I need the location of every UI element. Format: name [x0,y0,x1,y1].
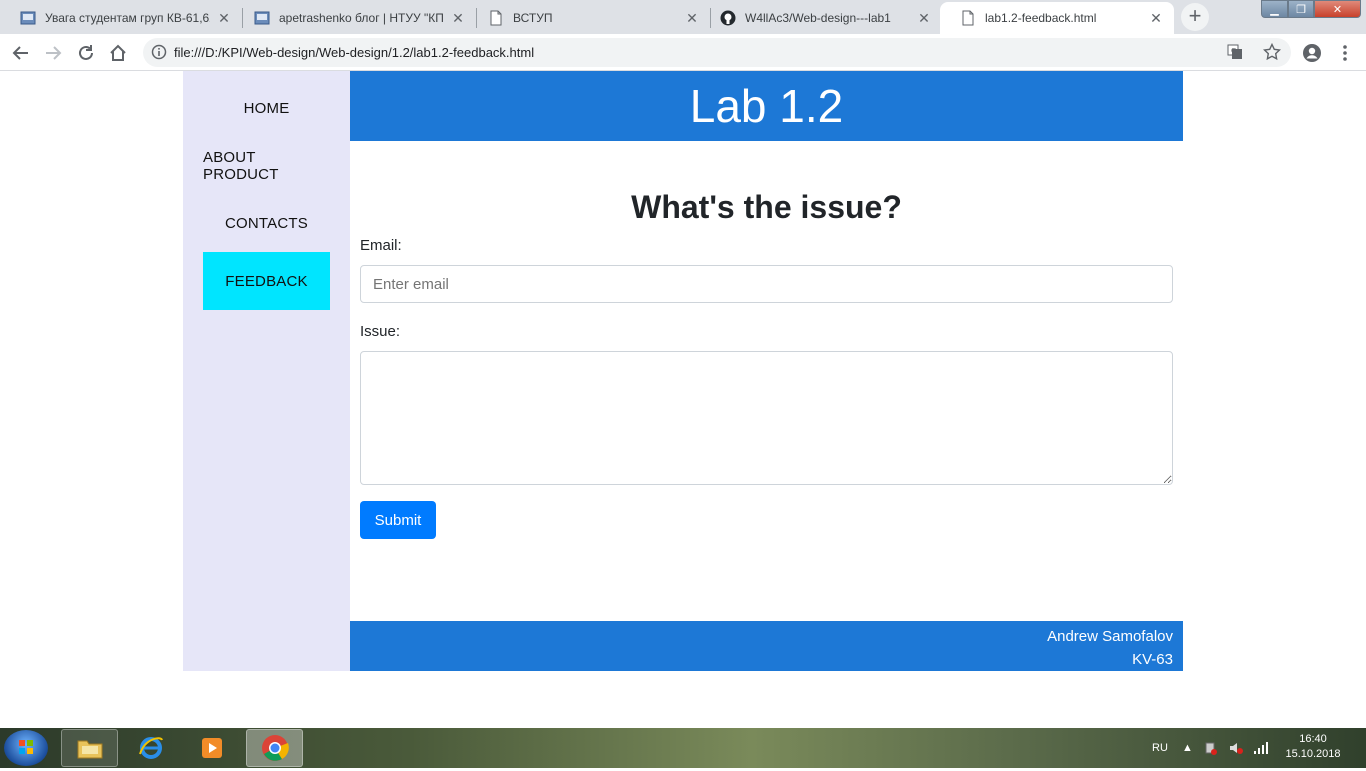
close-window-button[interactable]: ✕ [1314,0,1361,18]
chrome-icon [261,735,289,761]
page-icon [20,10,36,26]
web-page: HOME ABOUT PRODUCT CONTACTS FEEDBACK Lab… [0,71,1366,728]
media-player-icon [201,738,222,758]
sidebar-nav: HOME ABOUT PRODUCT CONTACTS FEEDBACK [183,71,350,671]
browser-tab[interactable]: W4llAc3/Web-design---lab1 ✕ [700,2,942,34]
menu-dots-icon[interactable] [1333,41,1357,65]
url-text[interactable]: file:///D:/KPI/Web-design/Web-design/1.2… [174,45,534,60]
clock-time: 16:40 [1299,733,1327,745]
tab-title: lab1.2-feedback.html [985,11,1097,25]
email-label: Email: [360,237,402,254]
close-icon[interactable]: ✕ [216,10,232,27]
close-icon[interactable]: ✕ [684,10,700,27]
windows-logo-icon [19,740,33,754]
new-tab-button[interactable]: + [1181,3,1209,31]
folder-icon [77,740,102,759]
svg-text:G: G [1231,47,1236,55]
tab-title: ВСТУП [513,11,553,25]
close-icon[interactable]: ✕ [1148,10,1164,27]
minimize-button[interactable]: ▁ [1261,0,1288,18]
profile-icon[interactable] [1300,41,1324,65]
language-indicator[interactable]: RU [1152,728,1168,768]
github-icon [720,10,736,26]
bookmark-star-icon[interactable] [1262,42,1282,66]
translate-icon[interactable]: G [1227,44,1243,65]
nav-item-contacts[interactable]: CONTACTS [203,194,330,252]
page-footer: Andrew Samofalov KV-63 [350,621,1183,671]
nav-item-home[interactable]: HOME [203,79,330,137]
chrome-taskbar-button[interactable] [246,729,303,767]
footer-author: Andrew Samofalov [1047,628,1173,645]
address-bar[interactable]: file:///D:/KPI/Web-design/Web-design/1.2… [143,38,1291,67]
issue-label: Issue: [360,323,401,340]
document-icon [488,10,504,26]
browser-tab[interactable]: ВСТУП ✕ [468,2,710,34]
usb-device-icon[interactable] [1203,728,1217,768]
browser-tab[interactable]: Увага студентам груп КВ-61,62 ✕ [0,2,242,34]
footer-group: KV-63 [1132,651,1173,668]
browser-tab-active[interactable]: lab1.2-feedback.html ✕ [940,2,1174,34]
start-button[interactable] [4,730,48,766]
info-icon[interactable] [151,44,167,65]
tab-title: apetrashenko блог | НТУУ "КПІ" [279,11,444,25]
document-icon [960,10,976,26]
page-header: Lab 1.2 [350,71,1183,141]
email-field[interactable] [360,265,1173,303]
tab-title: Увага студентам груп КВ-61,62 [45,11,210,25]
media-player-taskbar-button[interactable] [183,729,240,767]
page-title: Lab 1.2 [689,80,844,132]
close-icon[interactable]: ✕ [450,10,466,27]
browser-tab-strip: Увага студентам груп КВ-61,62 ✕ apetrash… [0,0,1366,34]
window-controls: ▁ ❐ ✕ [1261,0,1361,18]
browser-tab[interactable]: apetrashenko блог | НТУУ "КПІ" ✕ [234,2,476,34]
browser-toolbar: file:///D:/KPI/Web-design/Web-design/1.2… [0,34,1366,71]
back-arrow-icon[interactable] [9,41,33,65]
volume-muted-icon[interactable] [1228,728,1244,768]
ie-taskbar-button[interactable] [122,729,179,767]
close-icon[interactable]: ✕ [916,10,932,27]
tab-title: W4llAc3/Web-design---lab1 [745,11,891,25]
nav-item-feedback[interactable]: FEEDBACK [203,252,330,310]
form-heading: What's the issue? [631,189,902,225]
clock-date: 15.10.2018 [1285,748,1341,760]
nav-item-about-product[interactable]: ABOUT PRODUCT [203,137,330,195]
reload-icon[interactable] [74,41,98,65]
forward-arrow-icon[interactable] [41,41,65,65]
feedback-form: What's the issue? Email: Issue: Submit [350,141,1183,621]
page-icon [254,10,270,26]
submit-button[interactable]: Submit [360,501,436,539]
issue-textarea[interactable] [360,351,1173,485]
internet-explorer-icon [138,737,163,759]
taskbar-clock[interactable]: 16:40 15.10.2018 [1280,732,1346,762]
maximize-button[interactable]: ❐ [1288,0,1314,18]
taskbar: RU ▲ 16:40 15.10.2018 [0,728,1366,768]
network-signal-icon[interactable] [1253,728,1269,768]
explorer-taskbar-button[interactable] [61,729,118,767]
tray-expand-icon[interactable]: ▲ [1182,728,1193,768]
home-icon[interactable] [106,41,130,65]
